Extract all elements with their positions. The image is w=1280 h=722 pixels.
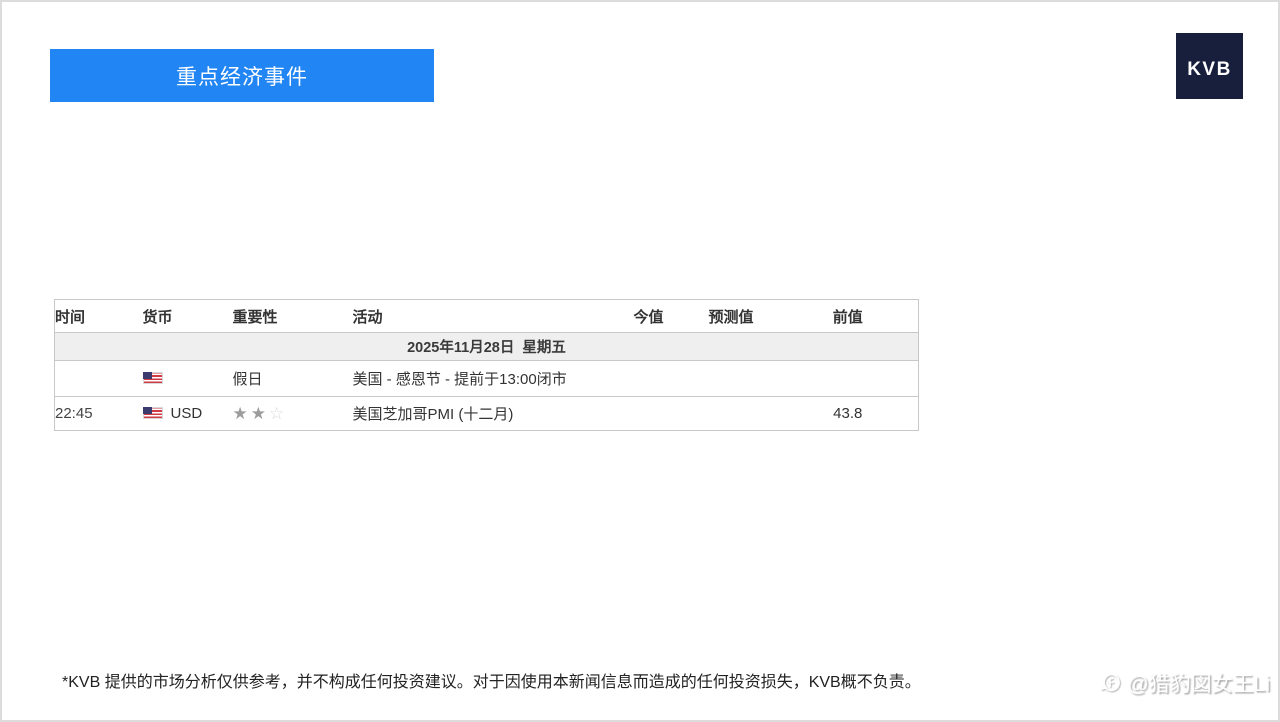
event-time: 22:45 [55,405,93,422]
importance-stars: ★★☆ [233,404,288,423]
page-container: 重点经济事件 KVB 时间 货币 重要性 活动 今值 预测值 前值 2025年1… [0,0,1280,722]
event-actual [613,397,685,431]
us-flag-icon [142,372,163,384]
economic-events-table: 时间 货币 重要性 活动 今值 预测值 前值 2025年11月28日 星期五 假… [54,299,919,431]
kvb-logo-text: KVB [1187,59,1232,80]
disclaimer-text: *KVB 提供的市场分析仅供参考，并不构成任何投资建议。对于因使用本新闻信息而造… [62,674,921,691]
header-previous: 前值 [832,308,863,326]
currency-code: USD [170,405,203,422]
watermark: @猎豹図女王Li [1099,668,1270,698]
event-activity: 美国芝加哥PMI (十二月) [352,406,514,423]
event-importance: ★★☆ [233,397,353,431]
star-filled-icon: ★ [250,403,269,423]
date-group-label: 2025年11月28日 星期五 [54,332,919,361]
table-row[interactable]: 22:45 USD ★★☆ 美国芝加哥PMI (十二月) 43.8 [54,397,919,431]
watermark-text: @猎豹図女王Li [1127,673,1270,696]
event-forecast [685,397,778,431]
header-activity: 活动 [352,308,383,326]
event-time [55,361,143,397]
key-economic-events-banner[interactable]: 重点经济事件 [50,49,434,102]
event-actual [613,361,685,397]
star-filled-icon: ★ [232,403,251,423]
header-forecast: 预测值 [708,308,754,326]
event-activity: 美国 - 感恩节 - 提前于13:00闭市 [352,371,567,388]
table-row[interactable]: 假日 美国 - 感恩节 - 提前于13:00闭市 [54,361,919,397]
watermark-logo-icon [1101,673,1121,692]
header-actual: 今值 [633,308,664,326]
event-importance: 假日 [232,371,263,388]
event-forecast [685,361,778,397]
star-empty-icon: ☆ [269,403,288,423]
event-previous [778,361,919,397]
kvb-logo: KVB [1176,33,1243,99]
header-currency: 货币 [142,308,173,326]
header-importance: 重要性 [232,308,278,326]
header-time: 时间 [55,308,86,326]
date-group-row: 2025年11月28日 星期五 [54,332,919,361]
event-previous: 43.8 [833,405,863,422]
event-currency: USD [142,397,233,431]
us-flag-icon [142,407,163,419]
table-header-row: 时间 货币 重要性 活动 今值 预测值 前值 [54,300,919,333]
event-currency [142,361,233,397]
